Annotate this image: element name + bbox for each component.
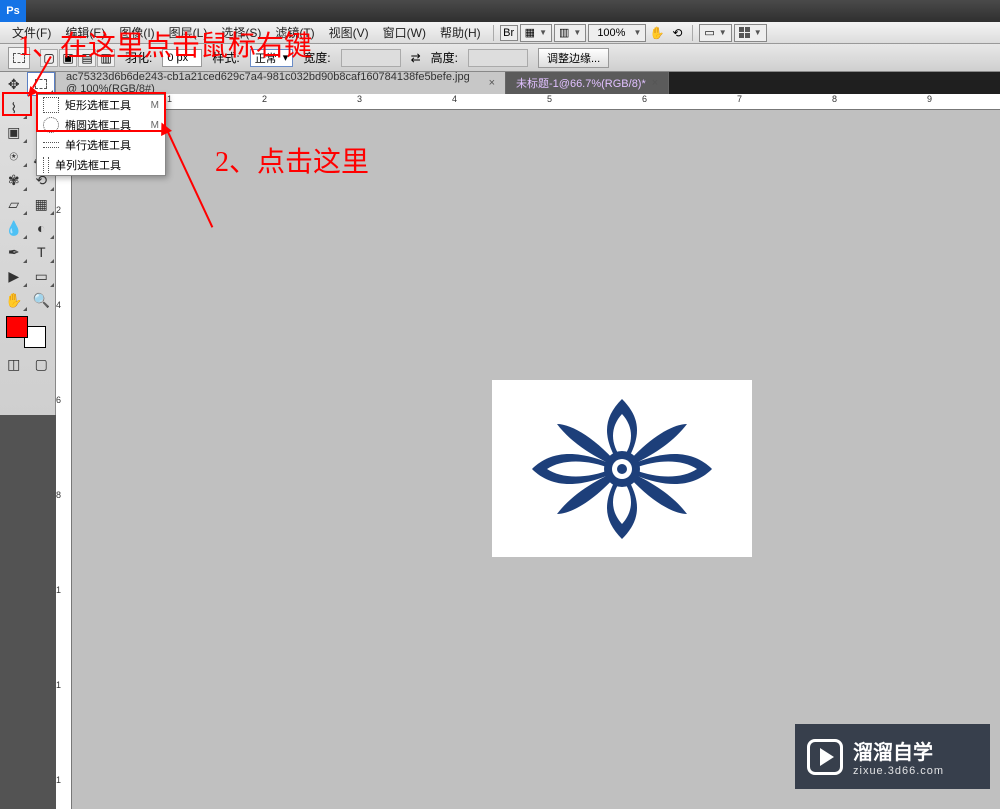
rotate-view-icon[interactable]: ⟲: [668, 25, 686, 41]
document-tabs: ac75323d6b6de243-cb1a21ced629c7a4-981c03…: [56, 72, 1000, 94]
flower-graphic: [502, 389, 742, 549]
style-select[interactable]: 正常▾: [250, 49, 294, 67]
hand-tool-icon[interactable]: ✋: [648, 25, 666, 41]
tab-label: ac75323d6b6de243-cb1a21ced629c7a4-981c03…: [66, 71, 483, 95]
separator: [692, 25, 693, 41]
ctx-single-row-marquee[interactable]: 单行选框工具: [37, 135, 165, 155]
gradient-tool[interactable]: ▦: [28, 192, 56, 216]
width-label: 宽度:: [303, 49, 330, 66]
ctx-elliptical-marquee[interactable]: 椭圆选框工具 M: [37, 115, 165, 135]
options-bar: ▢ ▣ ▤ ▥ 羽化: 0 px 样式: 正常▾ 宽度: ⇄ 高度: 调整边缘.…: [0, 44, 1000, 72]
watermark: 溜溜自学 zixue.3d66.com: [795, 724, 990, 789]
ctx-label: 矩形选框工具: [65, 97, 131, 113]
ellipse-marquee-icon: [43, 117, 59, 133]
menu-image[interactable]: 图像(I): [113, 22, 160, 43]
pen-tool[interactable]: ✒: [0, 240, 28, 264]
zoom-dropdown[interactable]: 100%▼: [588, 24, 646, 42]
screen-mode-dropdown[interactable]: ▭▼: [699, 24, 731, 42]
ruler-horizontal[interactable]: 01234567891: [72, 94, 1000, 110]
menu-edit[interactable]: 编辑(E): [59, 22, 111, 43]
width-input[interactable]: [341, 49, 401, 67]
feather-input[interactable]: 0 px: [162, 49, 202, 67]
crop-tool[interactable]: ▣: [0, 120, 28, 144]
artwork-image: [492, 380, 752, 557]
healing-brush-tool[interactable]: ⍟: [0, 144, 28, 168]
tab-document-1[interactable]: ac75323d6b6de243-cb1a21ced629c7a4-981c03…: [56, 72, 506, 94]
titlebar: Ps: [0, 0, 1000, 22]
close-icon[interactable]: ×: [489, 77, 495, 89]
eraser-tool[interactable]: ▱: [0, 192, 28, 216]
shape-tool[interactable]: ▭: [28, 264, 56, 288]
menu-bar: 文件(F) 编辑(E) 图像(I) 图层(L) 选择(S) 滤镜(T) 视图(V…: [0, 22, 1000, 44]
color-swatch[interactable]: [6, 316, 46, 348]
clone-stamp-tool[interactable]: ✾: [0, 168, 28, 192]
lasso-tool[interactable]: ⌇: [0, 96, 28, 120]
row-marquee-icon: [43, 142, 59, 148]
zoom-tool[interactable]: 🔍: [28, 288, 56, 312]
tab-label: 未标题-1@66.7%(RGB/8)*: [516, 75, 646, 91]
marquee-context-menu: 矩形选框工具 M 椭圆选框工具 M 单行选框工具 单列选框工具: [36, 94, 166, 176]
menu-help[interactable]: 帮助(H): [434, 22, 487, 43]
menu-view[interactable]: 视图(V): [323, 22, 375, 43]
canvas[interactable]: [72, 110, 1000, 809]
foreground-color[interactable]: [6, 316, 28, 338]
intersect-selection-icon[interactable]: ▥: [97, 49, 115, 67]
ctx-label: 单行选框工具: [65, 137, 131, 153]
height-label: 高度:: [431, 49, 458, 66]
add-selection-icon[interactable]: ▣: [59, 49, 77, 67]
dodge-tool[interactable]: ◐: [28, 216, 56, 240]
menu-layer[interactable]: 图层(L): [163, 22, 214, 43]
watermark-url: zixue.3d66.com: [853, 765, 944, 777]
rect-marquee-icon: [43, 97, 59, 113]
path-select-tool[interactable]: ▶: [0, 264, 28, 288]
ctx-single-column-marquee[interactable]: 单列选框工具: [37, 155, 165, 175]
type-tool[interactable]: T: [28, 240, 56, 264]
menu-window[interactable]: 窗口(W): [377, 22, 432, 43]
arrange-documents-dropdown[interactable]: ▼: [734, 24, 767, 42]
ctx-label: 椭圆选框工具: [65, 117, 131, 133]
feather-label: 羽化:: [125, 49, 152, 66]
style-label: 样式:: [212, 49, 239, 66]
subtract-selection-icon[interactable]: ▤: [78, 49, 96, 67]
canvas-wrap: 01234567891 02468111: [56, 94, 1000, 809]
tab-document-2[interactable]: 未标题-1@66.7%(RGB/8)* ×: [506, 72, 669, 94]
menu-select[interactable]: 选择(S): [215, 22, 267, 43]
quickmask-toggle[interactable]: ◫: [0, 352, 28, 376]
watermark-title: 溜溜自学: [853, 736, 944, 765]
close-icon[interactable]: ×: [652, 77, 658, 89]
workspace: 01234567891 02468111: [0, 94, 1000, 809]
ctx-shortcut: M: [151, 100, 159, 111]
play-icon: [807, 739, 843, 775]
hand-tool[interactable]: ✋: [0, 288, 28, 312]
col-marquee-icon: [43, 157, 49, 173]
menu-filter[interactable]: 滤镜(T): [269, 22, 320, 43]
screen-mode-toggle[interactable]: ▢: [28, 352, 56, 376]
view-extras-dropdown[interactable]: ▦▼: [520, 24, 552, 42]
swap-dimensions-icon[interactable]: ⇄: [411, 51, 421, 65]
ruler-vertical[interactable]: 02468111: [56, 110, 72, 809]
menu-file[interactable]: 文件(F): [6, 22, 57, 43]
height-input[interactable]: [468, 49, 528, 67]
blur-tool[interactable]: 💧: [0, 216, 28, 240]
view-grid-dropdown[interactable]: ▥▼: [554, 24, 586, 42]
separator: [493, 25, 494, 41]
ctx-label: 单列选框工具: [55, 157, 121, 173]
refine-edge-button[interactable]: 调整边缘...: [538, 48, 609, 68]
bridge-icon[interactable]: Br: [500, 25, 518, 41]
current-tool-icon[interactable]: [8, 47, 30, 69]
ps-logo: Ps: [0, 0, 26, 22]
ctx-rectangular-marquee[interactable]: 矩形选框工具 M: [37, 95, 165, 115]
